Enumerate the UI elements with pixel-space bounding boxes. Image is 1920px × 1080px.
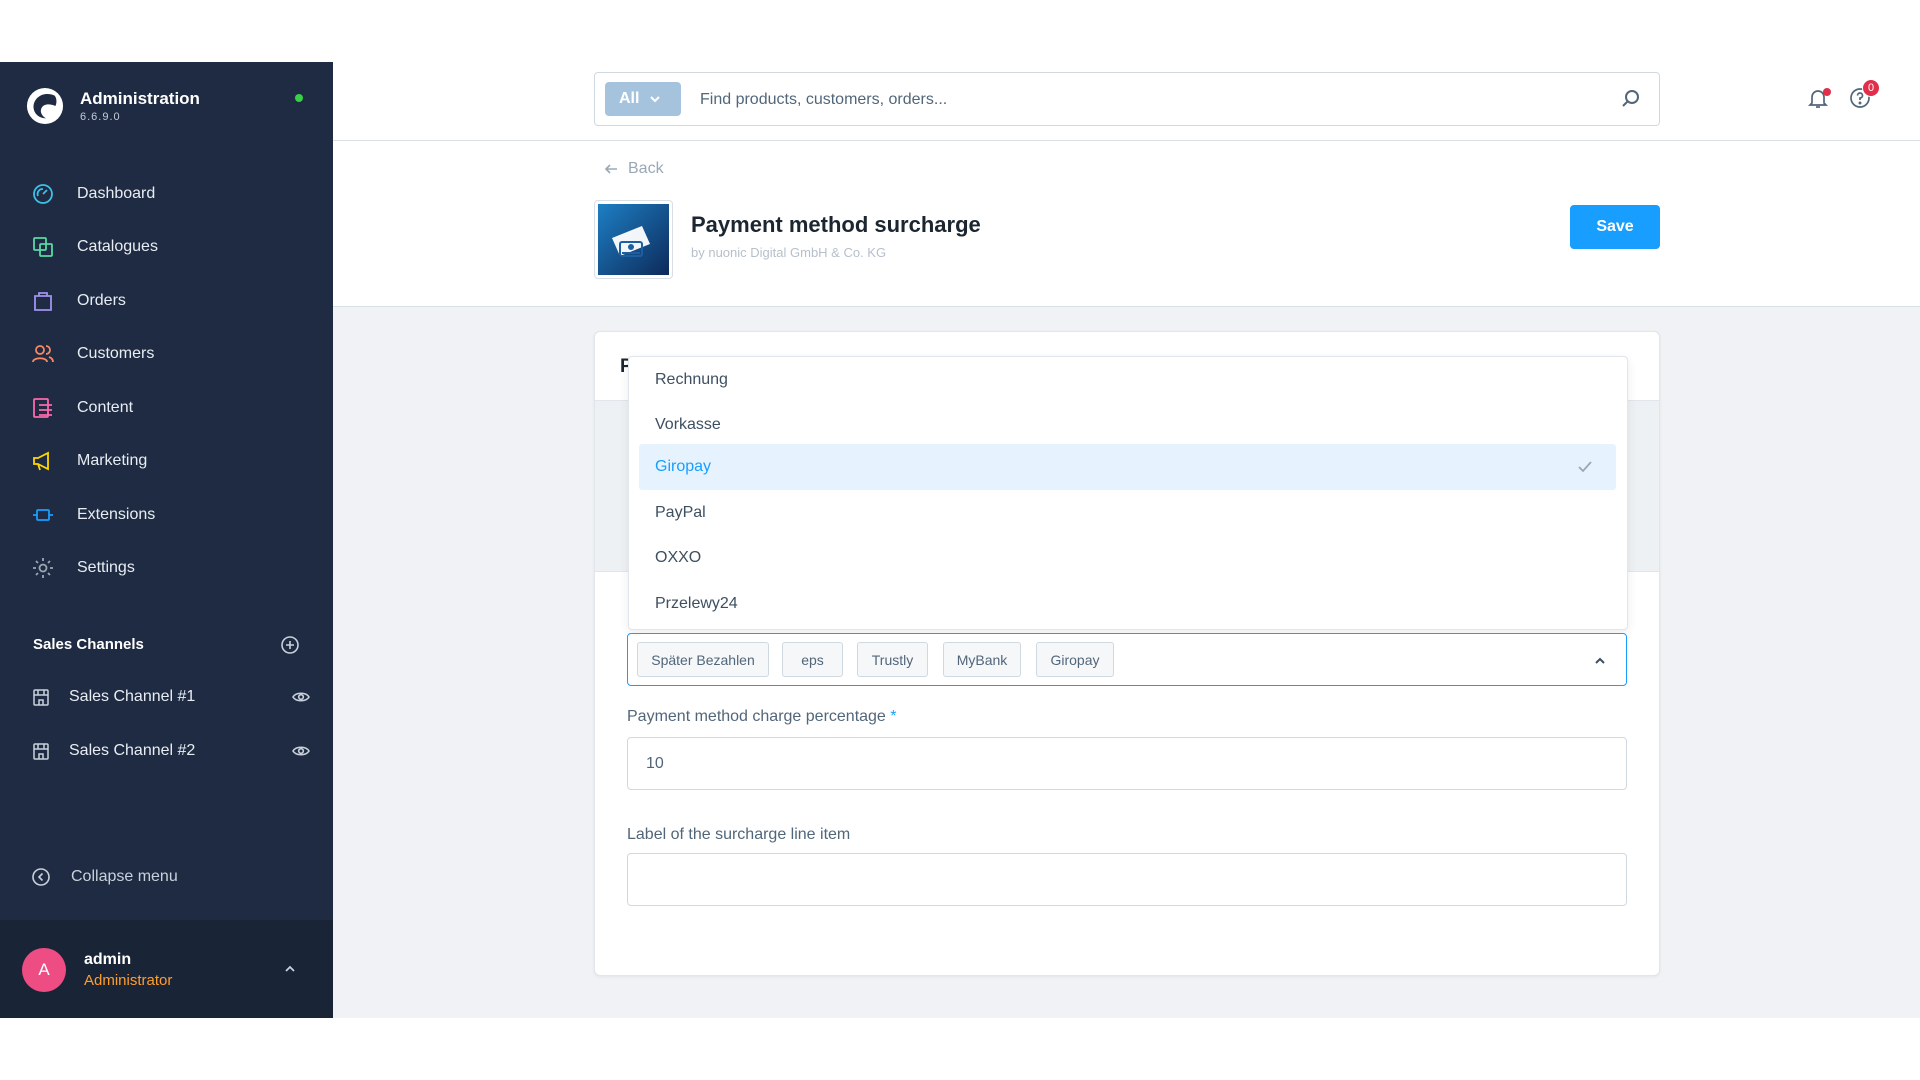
catalogue-icon (33, 237, 53, 258)
dropdown-option-selected[interactable]: Giropay (639, 444, 1616, 490)
payment-surcharge-logo-icon (598, 204, 669, 275)
search-icon[interactable] (1621, 89, 1641, 109)
user-menu[interactable]: A admin Administrator (0, 920, 333, 1018)
sales-channel-item-1[interactable]: Sales Channel #1 (31, 680, 311, 714)
option-label: Giropay (655, 458, 712, 475)
shopware-logo-icon (26, 87, 64, 125)
dropdown-option[interactable]: PayPal (639, 490, 1616, 536)
dropdown-option[interactable]: Rechnung (639, 357, 1616, 403)
percentage-label-text: Payment method charge percentage (627, 708, 886, 725)
search-input[interactable] (698, 83, 1558, 117)
selected-tag[interactable]: MyBank (943, 642, 1021, 677)
visibility-eye-icon[interactable] (291, 742, 311, 760)
nav-item-dashboard[interactable]: Dashboard (0, 167, 333, 221)
extensions-icon (33, 508, 53, 521)
dashboard-icon (33, 183, 53, 204)
nav-label: Orders (77, 291, 126, 309)
user-role: Administrator (84, 972, 173, 989)
avatar: A (22, 948, 66, 992)
option-label: OXXO (655, 549, 702, 566)
page-header (333, 141, 1920, 307)
online-status-dot (295, 94, 303, 102)
arrow-left-icon (604, 164, 617, 174)
nav-item-orders[interactable]: Orders (0, 274, 333, 328)
app-title: Administration (80, 89, 200, 108)
storefront-icon (33, 689, 49, 706)
search-type-select[interactable]: All (605, 82, 681, 116)
back-link[interactable]: Back (604, 160, 664, 178)
help-count-badge: 0 (1862, 79, 1880, 97)
option-label: PayPal (655, 504, 706, 521)
nav-item-customers[interactable]: Customers (0, 328, 333, 382)
payment-methods-multiselect[interactable]: Später Bezahlen eps Trustly MyBank Girop… (627, 633, 1627, 686)
nav-label: Catalogues (77, 238, 158, 256)
collapse-menu-button[interactable]: Collapse menu (31, 867, 178, 887)
option-label: Vorkasse (655, 416, 721, 433)
chevron-up-icon[interactable] (283, 962, 297, 976)
option-label: Przelewy24 (655, 595, 738, 612)
selected-tag[interactable]: Giropay (1036, 642, 1114, 677)
nav-label: Content (77, 398, 134, 416)
global-search: All (594, 72, 1660, 126)
add-sales-channel-icon[interactable] (280, 635, 300, 655)
brand[interactable]: Administration 6.6.9.0 (26, 86, 200, 126)
collapse-menu-label: Collapse menu (71, 868, 178, 885)
sales-channels-title: Sales Channels (33, 636, 144, 653)
marketing-icon (33, 451, 49, 471)
page-title: Payment method surcharge (691, 212, 981, 237)
settings-icon (33, 558, 53, 579)
payment-method-dropdown: Rechnung Vorkasse Giropay PayPal OXXO Pr… (628, 356, 1628, 630)
selected-tag[interactable]: eps (782, 642, 843, 677)
app-version: 6.6.9.0 (80, 111, 121, 123)
page-subtitle: by nuonic Digital GmbH & Co. KG (691, 245, 887, 260)
line-item-field-label: Label of the surcharge line item (627, 826, 851, 843)
sales-channel-label: Sales Channel #2 (69, 742, 196, 759)
storefront-icon (33, 743, 49, 760)
nav-label: Extensions (77, 505, 156, 523)
sales-channel-item-2[interactable]: Sales Channel #2 (31, 734, 311, 768)
customers-icon (32, 345, 54, 363)
nav-label: Marketing (77, 452, 148, 470)
notification-dot (1823, 88, 1831, 96)
nav-item-settings[interactable]: Settings (0, 542, 333, 596)
selected-tag[interactable]: Später Bezahlen (637, 642, 769, 677)
main-nav: Dashboard Catalogues Orders Customers Co… (0, 167, 333, 595)
required-mark: * (890, 708, 897, 725)
nav-item-content[interactable]: Content (0, 381, 333, 435)
chevron-down-icon (650, 96, 661, 103)
nav-label: Customers (77, 345, 155, 363)
nav-item-extensions[interactable]: Extensions (0, 488, 333, 542)
nav-label: Settings (77, 559, 135, 577)
dropdown-option[interactable]: Przelewy24 (639, 581, 1616, 627)
save-button[interactable]: Save (1570, 205, 1660, 249)
dropdown-option[interactable]: OXXO (639, 535, 1616, 581)
back-label: Back (628, 160, 664, 177)
orders-icon (34, 291, 52, 311)
extension-icon (594, 200, 673, 279)
checkmark-icon (1578, 461, 1592, 473)
percentage-input[interactable]: 10 (627, 737, 1627, 790)
nav-label: Dashboard (77, 184, 156, 202)
dropdown-option[interactable]: Vorkasse (639, 402, 1616, 448)
percentage-field-label: Payment method charge percentage * (627, 708, 897, 726)
option-label: Rechnung (655, 371, 728, 388)
sales-channel-label: Sales Channel #1 (69, 688, 196, 705)
collapse-chevron-left-icon (32, 868, 50, 886)
line-item-label-input[interactable] (627, 853, 1627, 906)
selected-tag[interactable]: Trustly (857, 642, 928, 677)
nav-item-marketing[interactable]: Marketing (0, 435, 333, 489)
visibility-eye-icon[interactable] (291, 688, 311, 706)
nav-item-catalogues[interactable]: Catalogues (0, 221, 333, 275)
user-name: admin (84, 951, 132, 968)
chevron-up-icon[interactable] (1594, 655, 1606, 667)
sidebar: Administration 6.6.9.0 Dashboard Catalog… (0, 62, 333, 1018)
content-icon (33, 397, 52, 418)
search-type-label: All (619, 90, 640, 107)
